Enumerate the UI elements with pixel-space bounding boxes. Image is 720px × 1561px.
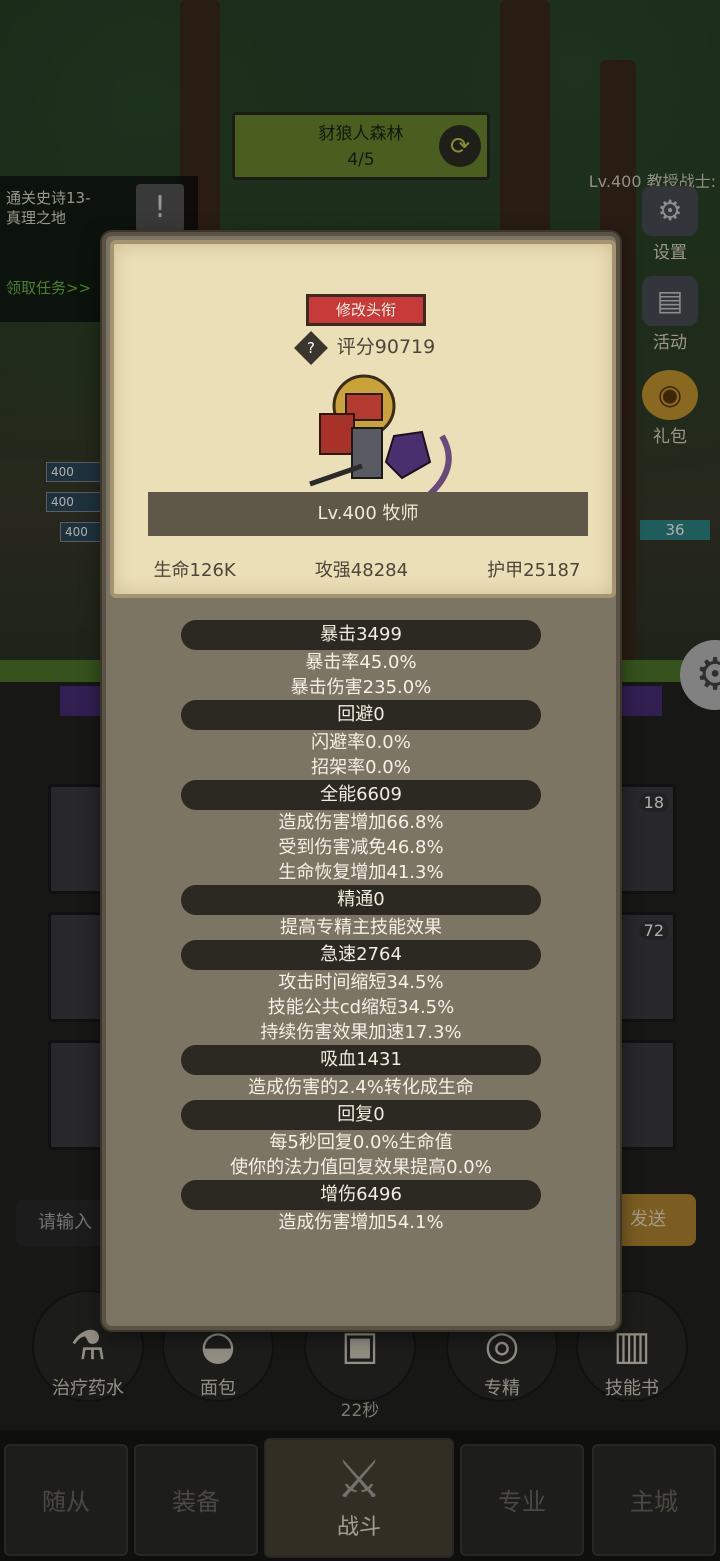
- change-title-button[interactable]: 修改头衔: [306, 294, 426, 326]
- score-label: 评分90719: [336, 336, 436, 358]
- level-class-bar: Lv.400 牧师: [148, 492, 588, 536]
- stat-detail: 造成伤害增加66.8%: [278, 812, 444, 833]
- stat-detail: 暴击伤害235.0%: [290, 677, 432, 698]
- stat-detail: 造成伤害的2.4%转化成生命: [248, 1077, 474, 1098]
- stat-header: 暴击3499: [181, 620, 541, 650]
- base-stats-row: 生命126K 攻强48284 护甲25187: [114, 556, 620, 582]
- stat-group: 急速2764 攻击时间缩短34.5% 技能公共cd缩短34.5% 持续伤害效果加速17…: [106, 940, 616, 1045]
- stat-header: 回复0: [181, 1100, 541, 1130]
- stat-group: 回复0 每5秒回复0.0%生命值使你的法力值回复效果提高0.0%: [106, 1100, 616, 1180]
- stat-header: 精通0: [181, 885, 541, 915]
- stat-detail: 造成伤害增加54.1%: [278, 1212, 444, 1233]
- secondary-stats-list: 暴击3499 暴击率45.0% 暴击伤害235.0% 回避0 闪避率0.0% 招架率0.0…: [106, 620, 616, 1235]
- stat-group: 精通0 提高专精主技能效果: [106, 885, 616, 940]
- attack-power-stat: 攻强48284: [314, 560, 409, 581]
- stat-detail: 攻击时间缩短34.5%: [278, 972, 444, 993]
- stat-header: 增伤6496: [181, 1180, 541, 1210]
- stat-detail: 招架率0.0%: [311, 757, 411, 778]
- hp-stat: 生命126K: [153, 560, 236, 581]
- stat-detail: 持续伤害效果加速17.3%: [260, 1022, 462, 1043]
- score-row: ? 评分90719: [114, 330, 620, 365]
- stat-group: 暴击3499 暴击率45.0% 暴击伤害235.0%: [106, 620, 616, 700]
- stat-detail: 每5秒回复0.0%生命值: [269, 1132, 453, 1153]
- stat-detail: 使你的法力值回复效果提高0.0%: [230, 1157, 492, 1178]
- stat-detail: 受到伤害减免46.8%: [278, 837, 444, 858]
- profile-card: 修改头衔 ? 评分90719 Lv.400 牧师 生命126K 攻强48284 护…: [110, 240, 616, 598]
- stat-detail: 提高专精主技能效果: [280, 917, 442, 938]
- stat-detail: 暴击率45.0%: [305, 652, 417, 673]
- stat-group: 回避0 闪避率0.0% 招架率0.0%: [106, 700, 616, 780]
- priest-avatar: [309, 374, 452, 497]
- stat-group: 增伤6496 造成伤害增加54.1%: [106, 1180, 616, 1235]
- stat-group: 吸血1431 造成伤害的2.4%转化成生命: [106, 1045, 616, 1100]
- character-stats-modal: 修改头衔 ? 评分90719 Lv.400 牧师 生命126K 攻强48284 护…: [102, 232, 620, 1330]
- help-icon[interactable]: ?: [293, 330, 328, 365]
- stat-detail: 技能公共cd缩短34.5%: [267, 997, 455, 1018]
- stat-header: 急速2764: [181, 940, 541, 970]
- stat-header: 吸血1431: [181, 1045, 541, 1075]
- stat-detail: 闪避率0.0%: [311, 732, 411, 753]
- stat-group: 全能6609 造成伤害增加66.8% 受到伤害减免46.8% 生命恢复增加41.3%: [106, 780, 616, 885]
- stat-header: 全能6609: [181, 780, 541, 810]
- armor-stat: 护甲25187: [487, 560, 581, 581]
- stat-header: 回避0: [181, 700, 541, 730]
- stat-detail: 生命恢复增加41.3%: [278, 862, 444, 883]
